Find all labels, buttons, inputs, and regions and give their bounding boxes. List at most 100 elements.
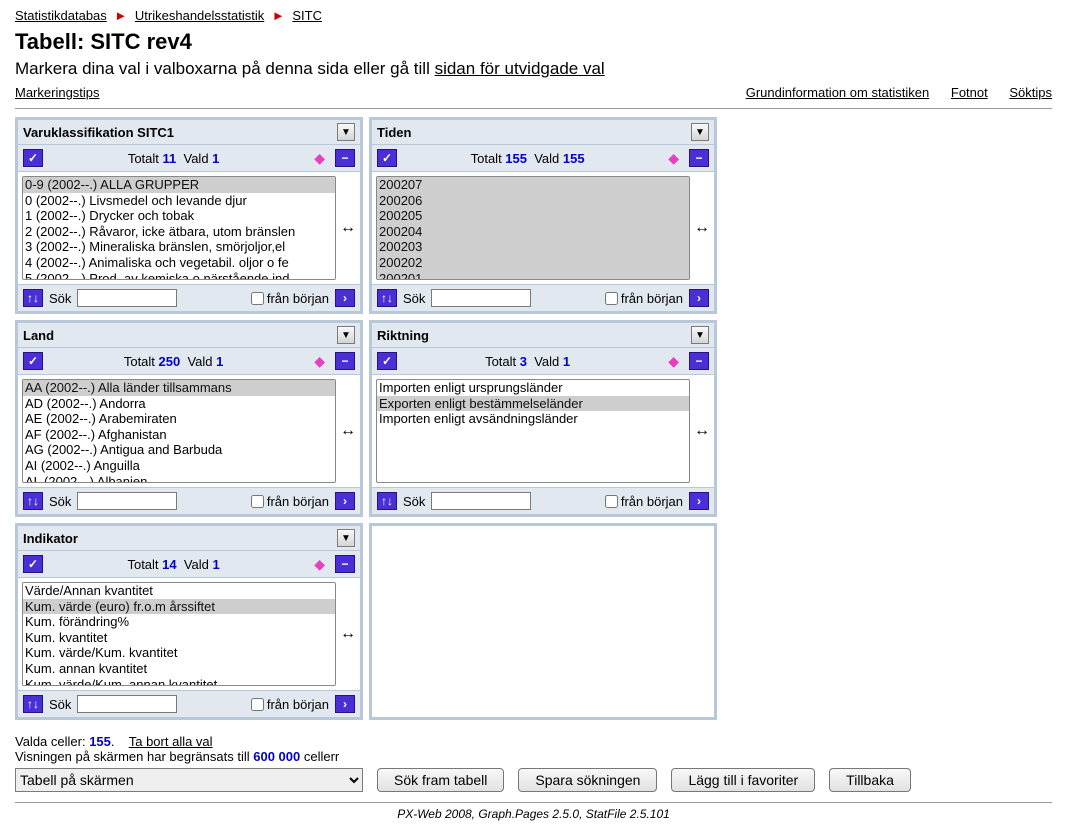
expand-icon[interactable]: ↔ — [694, 219, 710, 237]
list-item[interactable]: 200201 — [377, 271, 689, 280]
breadcrumb-link-2[interactable]: SITC — [292, 8, 322, 23]
chevron-down-icon[interactable]: ▼ — [337, 326, 355, 344]
value-listbox[interactable]: 2002072002062002052002042002032002022002… — [376, 176, 690, 280]
chevron-down-icon[interactable]: ▼ — [337, 123, 355, 141]
value-listbox[interactable]: 0-9 (2002--.) ALLA GRUPPER0 (2002--.) Li… — [22, 176, 336, 280]
back-button[interactable]: Tillbaka — [829, 768, 911, 792]
list-item[interactable]: Kum. förändring% — [23, 614, 335, 630]
list-item[interactable]: Exporten enligt bestämmelseländer — [377, 396, 689, 412]
search-input[interactable] — [77, 289, 177, 307]
deselect-all-button[interactable]: − — [335, 149, 355, 167]
search-go-button[interactable]: › — [335, 289, 355, 307]
deselect-all-button[interactable]: − — [335, 555, 355, 573]
list-item[interactable]: Kum. värde (euro) fr.o.m årssiftet — [23, 599, 335, 615]
panel-search-row: ↑↓Sökfrån början› — [372, 284, 714, 311]
list-item[interactable]: 5 (2002--.) Prod. av kemiska o närståend… — [23, 271, 335, 280]
basic-info-link[interactable]: Grundinformation om statistiken — [746, 85, 930, 100]
from-start-checkbox[interactable] — [605, 495, 618, 508]
variable-panel: Land▼✓Totalt 250 Vald 1◆−AA (2002--.) Al… — [15, 320, 363, 517]
list-item[interactable]: AG (2002--.) Antigua and Barbuda — [23, 442, 335, 458]
sort-button[interactable]: ↑↓ — [23, 492, 43, 510]
sort-button[interactable]: ↑↓ — [377, 492, 397, 510]
search-input[interactable] — [77, 695, 177, 713]
limit-value: 600 000 — [253, 749, 300, 764]
diamond-icon: ◆ — [668, 353, 679, 370]
list-item[interactable]: AF (2002--.) Afghanistan — [23, 427, 335, 443]
valda-celler-label: Valda celler: — [15, 734, 86, 749]
list-item[interactable]: Importen enligt ursprungsländer — [377, 380, 689, 396]
chevron-down-icon[interactable]: ▼ — [337, 529, 355, 547]
list-item[interactable]: AL (2002--.) Albanien — [23, 474, 335, 483]
select-all-button[interactable]: ✓ — [23, 555, 43, 573]
list-item[interactable]: 200204 — [377, 224, 689, 240]
list-item[interactable]: 200207 — [377, 177, 689, 193]
search-input[interactable] — [431, 492, 531, 510]
expand-icon[interactable]: ↔ — [694, 422, 710, 440]
footnote-link[interactable]: Fotnot — [951, 85, 988, 100]
chevron-down-icon[interactable]: ▼ — [691, 123, 709, 141]
expand-icon[interactable]: ↔ — [340, 625, 356, 643]
output-format-select[interactable]: Tabell på skärmen — [15, 768, 363, 792]
list-item[interactable]: Kum. värde/Kum. kvantitet — [23, 645, 335, 661]
expanded-selection-link[interactable]: sidan för utvidgade val — [435, 59, 605, 78]
search-go-button[interactable]: › — [335, 695, 355, 713]
list-item[interactable]: AE (2002--.) Arabemiraten — [23, 411, 335, 427]
clear-all-link[interactable]: Ta bort alla val — [129, 734, 213, 749]
list-item[interactable]: 200206 — [377, 193, 689, 209]
list-item[interactable]: 0 (2002--.) Livsmedel och levande djur — [23, 193, 335, 209]
search-tips-link[interactable]: Söktips — [1009, 85, 1052, 100]
deselect-all-button[interactable]: − — [335, 352, 355, 370]
from-start-checkbox[interactable] — [605, 292, 618, 305]
page-title: Tabell: SITC rev4 — [15, 29, 1052, 55]
list-item[interactable]: 200202 — [377, 255, 689, 271]
from-start-label: från början — [621, 291, 683, 306]
value-listbox[interactable]: Värde/Annan kvantitetKum. värde (euro) f… — [22, 582, 336, 686]
from-start-checkbox[interactable] — [251, 292, 264, 305]
breadcrumb-link-1[interactable]: Utrikeshandelsstatistik — [135, 8, 264, 23]
sort-button[interactable]: ↑↓ — [23, 695, 43, 713]
breadcrumb-link-0[interactable]: Statistikdatabas — [15, 8, 107, 23]
search-go-button[interactable]: › — [689, 289, 709, 307]
search-input[interactable] — [77, 492, 177, 510]
list-item[interactable]: Importen enligt avsändningsländer — [377, 411, 689, 427]
limit-suffix: cellerr — [300, 749, 339, 764]
marking-tips-link[interactable]: Markeringstips — [15, 85, 100, 100]
list-item[interactable]: 3 (2002--.) Mineraliska bränslen, smörjo… — [23, 239, 335, 255]
expand-icon[interactable]: ↔ — [340, 219, 356, 237]
list-item[interactable]: 2 (2002--.) Råvaror, icke ätbara, utom b… — [23, 224, 335, 240]
list-item[interactable]: 4 (2002--.) Animaliska och vegetabil. ol… — [23, 255, 335, 271]
list-item[interactable]: AI (2002--.) Anguilla — [23, 458, 335, 474]
value-listbox[interactable]: Importen enligt ursprungsländerExporten … — [376, 379, 690, 483]
select-all-button[interactable]: ✓ — [377, 352, 397, 370]
list-item[interactable]: Kum. kvantitet — [23, 630, 335, 646]
sort-button[interactable]: ↑↓ — [377, 289, 397, 307]
select-all-button[interactable]: ✓ — [377, 149, 397, 167]
list-item[interactable]: AA (2002--.) Alla länder tillsammans — [23, 380, 335, 396]
from-start-checkbox[interactable] — [251, 495, 264, 508]
panel-header: Indikator▼ — [18, 526, 360, 551]
list-item[interactable]: 0-9 (2002--.) ALLA GRUPPER — [23, 177, 335, 193]
add-favorite-button[interactable]: Lägg till i favoriter — [671, 768, 815, 792]
expand-icon[interactable]: ↔ — [340, 422, 356, 440]
list-item[interactable]: 200205 — [377, 208, 689, 224]
from-start-checkbox[interactable] — [251, 698, 264, 711]
list-item[interactable]: Värde/Annan kvantitet — [23, 583, 335, 599]
select-all-button[interactable]: ✓ — [23, 149, 43, 167]
list-item[interactable]: Kum. annan kvantitet — [23, 661, 335, 677]
variable-panel: Tiden▼✓Totalt 155 Vald 155◆−200207200206… — [369, 117, 717, 314]
deselect-all-button[interactable]: − — [689, 352, 709, 370]
search-table-button[interactable]: Sök fram tabell — [377, 768, 504, 792]
list-item[interactable]: 1 (2002--.) Drycker och tobak — [23, 208, 335, 224]
value-listbox[interactable]: AA (2002--.) Alla länder tillsammansAD (… — [22, 379, 336, 483]
deselect-all-button[interactable]: − — [689, 149, 709, 167]
search-go-button[interactable]: › — [689, 492, 709, 510]
sort-button[interactable]: ↑↓ — [23, 289, 43, 307]
save-search-button[interactable]: Spara sökningen — [518, 768, 657, 792]
from-start-label: från början — [621, 494, 683, 509]
search-input[interactable] — [431, 289, 531, 307]
list-item[interactable]: AD (2002--.) Andorra — [23, 396, 335, 412]
search-go-button[interactable]: › — [335, 492, 355, 510]
select-all-button[interactable]: ✓ — [23, 352, 43, 370]
list-item[interactable]: 200203 — [377, 239, 689, 255]
chevron-down-icon[interactable]: ▼ — [691, 326, 709, 344]
